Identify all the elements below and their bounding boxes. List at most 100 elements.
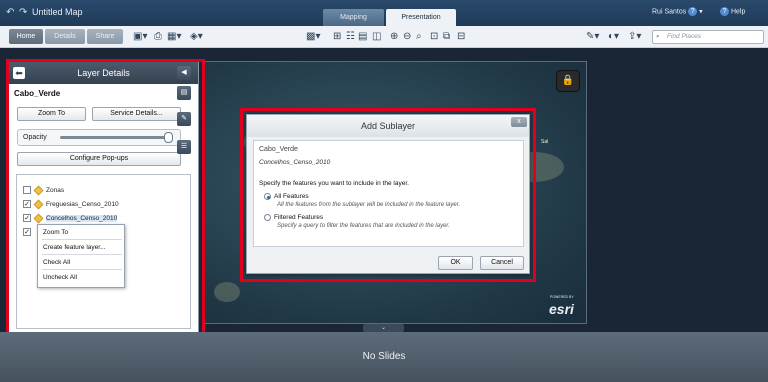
layer-name: Cabo_Verde <box>14 89 61 98</box>
export-icon[interactable]: ⇪▾ <box>628 29 641 44</box>
layer-checkbox[interactable] <box>23 186 31 195</box>
query-icon[interactable]: ⌕ <box>416 29 422 44</box>
service-details-button[interactable]: Service Details... <box>92 107 181 121</box>
dialog-title: Add Sublayer <box>360 121 416 131</box>
list-item[interactable]: ✓ Concelhos_Censo_2010 <box>23 213 118 224</box>
legend-icon[interactable]: ▤ <box>177 86 191 100</box>
basemap-icon[interactable]: ◈▾ <box>190 29 203 44</box>
option-label: Filtered Features <box>274 214 324 222</box>
style-icon[interactable]: ◐▾ <box>608 29 619 44</box>
menu-item-create-feature-layer[interactable]: Create feature layer... <box>43 244 106 251</box>
collapse-panel-icon[interactable]: ◀ <box>177 66 191 80</box>
zoom-in-icon[interactable]: ⊕ <box>390 29 398 44</box>
zoom-out-icon[interactable]: ⊖ <box>403 29 411 44</box>
table-icon[interactable]: ☷ <box>346 29 355 44</box>
share-button[interactable]: Share <box>87 29 123 44</box>
find-places-placeholder: Find Places <box>667 33 701 40</box>
measure-icon[interactable]: ⊟ <box>457 29 465 44</box>
dialog-header: Add Sublayer x <box>247 115 529 137</box>
print-icon[interactable]: ⎙ <box>154 29 162 44</box>
panel-header: ⬅ Layer Details <box>9 62 198 84</box>
tab-mapping[interactable]: Mapping <box>323 9 384 26</box>
layer-diamond-icon <box>33 213 44 224</box>
user-name: Rui Santos <box>652 8 687 16</box>
menu-divider <box>42 254 122 255</box>
lock-icon[interactable]: 🔒 <box>556 70 580 92</box>
menu-item-uncheck-all[interactable]: Uncheck All <box>43 274 77 281</box>
dialog-prompt: Specify the features you want to include… <box>259 180 409 187</box>
user-menu[interactable]: Rui Santos ? ▾ <box>652 7 703 16</box>
powered-by-text: POWERED BY <box>550 295 574 299</box>
layer-checkbox[interactable]: ✓ <box>23 214 31 223</box>
option-all-features[interactable]: All Features <box>264 193 309 200</box>
layout-icon[interactable]: ▦▾ <box>167 29 181 44</box>
contents-icon[interactable]: ☰ <box>177 140 191 154</box>
layer-label: Freguesias_Censo_2010 <box>46 201 119 208</box>
option-description: Specify a query to filter the features t… <box>277 223 450 229</box>
radio-all-features[interactable] <box>264 193 271 200</box>
undo-icon[interactable]: ↶ <box>6 7 14 18</box>
opacity-label: Opacity <box>23 134 47 141</box>
dialog-layer-name: Cabo_Verde <box>259 146 298 153</box>
add-layer-icon[interactable]: ⊞ <box>333 29 341 44</box>
no-slides-label: No Slides <box>362 351 406 362</box>
details-button[interactable]: Details <box>45 29 85 44</box>
map-place-label: Sal <box>541 139 549 145</box>
dialog-body: Cabo_Verde Concelhos_Censo_2010 Specify … <box>253 140 524 247</box>
edit-icon[interactable]: ✎ <box>177 112 191 126</box>
cancel-button[interactable]: Cancel <box>480 256 524 270</box>
layer-label: Concelhos_Censo_2010 <box>46 215 118 222</box>
layer-checkbox[interactable]: ✓ <box>23 228 31 237</box>
widget-icon[interactable]: ◫ <box>372 29 381 44</box>
opacity-slider-track[interactable] <box>60 136 166 139</box>
collapse-slides-button[interactable]: ⌄ <box>363 324 404 332</box>
tab-presentation[interactable]: Presentation <box>386 9 456 26</box>
layer-diamond-icon <box>33 199 44 210</box>
slides-bar: No Slides <box>0 332 768 382</box>
toolbar: Home Details Share ▣▾ ⎙ ▦▾ ◈▾ ▩▾ ⊞ ☷ ▤ ◫… <box>0 26 768 48</box>
esri-logo: esri <box>549 301 574 317</box>
redo-icon[interactable]: ↷ <box>19 7 27 18</box>
opacity-control: Opacity <box>17 129 181 146</box>
title-bar: ↶ ↷ Untitled Map Mapping Presentation Ru… <box>0 0 768 26</box>
list-item[interactable]: ✓ Freguesias_Censo_2010 <box>23 199 119 210</box>
radio-filtered-features[interactable] <box>264 214 271 221</box>
back-arrow-icon[interactable]: ⬅ <box>13 67 25 79</box>
ok-button[interactable]: OK <box>438 256 473 270</box>
add-sublayer-dialog: Add Sublayer x Cabo_Verde Concelhos_Cens… <box>246 114 530 274</box>
close-icon[interactable]: x <box>511 117 527 127</box>
option-description: All the features from the sublayer will … <box>277 202 461 208</box>
panel-title: Layer Details <box>77 68 130 78</box>
home-button[interactable]: Home <box>9 29 43 44</box>
map-tools-icon[interactable]: ▩▾ <box>306 29 320 44</box>
list-item[interactable]: Zonas <box>23 185 64 196</box>
map-landmass <box>214 282 240 302</box>
opacity-slider-handle[interactable] <box>164 132 173 143</box>
menu-divider <box>42 269 122 270</box>
find-places-input[interactable]: ⌕ Find Places <box>652 30 764 44</box>
layer-checkbox[interactable]: ✓ <box>23 200 31 209</box>
select-icon[interactable]: ⊡ <box>430 29 438 44</box>
document-title: Untitled Map <box>32 7 83 17</box>
menu-item-check-all[interactable]: Check All <box>43 259 70 266</box>
search-icon: ⌕ <box>656 33 660 40</box>
option-label: All Features <box>274 193 309 201</box>
configure-popups-button[interactable]: Configure Pop-ups <box>17 152 181 166</box>
list-item[interactable]: ✓ <box>23 227 35 238</box>
user-icon: ? <box>688 7 698 16</box>
help-label: Help <box>730 8 746 16</box>
help-menu[interactable]: ? Help <box>720 7 745 16</box>
panel-side-strip: ◀ ▤ ✎ ☰ <box>177 62 191 166</box>
layer-label: Zonas <box>46 187 65 194</box>
chart-icon[interactable]: ▤ <box>358 29 367 44</box>
dialog-sublayer-name: Concelhos_Censo_2010 <box>259 159 331 166</box>
zoom-to-button[interactable]: Zoom To <box>17 107 86 121</box>
menu-divider <box>42 239 122 240</box>
layer-details-panel: ⬅ Layer Details Cabo_Verde Zoom To Servi… <box>8 61 199 334</box>
save-icon[interactable]: ▣▾ <box>133 29 147 44</box>
help-icon: ? <box>720 7 729 16</box>
sketch-icon[interactable]: ✎▾ <box>586 29 599 44</box>
menu-item-zoom-to[interactable]: Zoom To <box>43 229 68 236</box>
option-filtered-features[interactable]: Filtered Features <box>264 214 323 221</box>
layers-icon[interactable]: ⧉ <box>443 29 450 44</box>
